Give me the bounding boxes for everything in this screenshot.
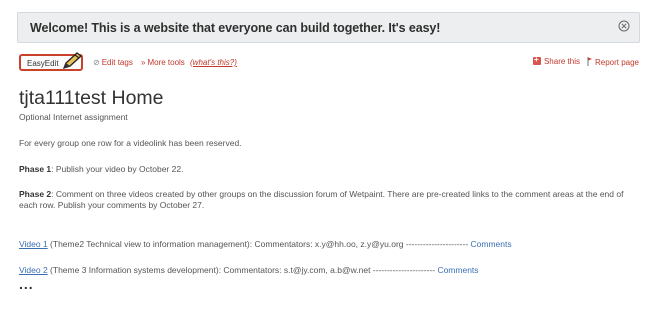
- video-row: Video 2 (Theme 3 Information systems dev…: [19, 265, 479, 275]
- video-2-comments-link[interactable]: Comments: [437, 265, 478, 275]
- phase1-text: : Publish your video by October 22.: [51, 164, 184, 174]
- tag-icon: ⊘: [93, 58, 100, 67]
- page-subtitle: Optional Internet assignment: [19, 112, 128, 122]
- more-tools-label: More tools: [147, 58, 185, 67]
- phase1-paragraph: Phase 1: Publish your video by October 2…: [19, 164, 629, 175]
- video-1-comments-link[interactable]: Comments: [471, 239, 512, 249]
- easyedit-label: EasyEdit: [27, 59, 59, 68]
- report-page-label: Report page: [594, 58, 639, 67]
- page-title: tjta111test Home: [19, 87, 164, 109]
- double-chevron-icon: »: [141, 58, 146, 67]
- video-2-link[interactable]: Video 2: [19, 265, 48, 275]
- video-2-description: (Theme 3 Information systems development…: [47, 265, 438, 275]
- easyedit-button[interactable]: EasyEdit: [19, 52, 83, 71]
- more-tools-link[interactable]: » More tools: [141, 58, 185, 67]
- phase2-paragraph: Phase 2: Comment on three videos created…: [19, 189, 629, 211]
- edit-tags-link[interactable]: ⊘ Edit tags: [93, 58, 133, 67]
- share-this-link[interactable]: Share this: [532, 55, 580, 66]
- welcome-banner: Welcome! This is a website that everyone…: [17, 12, 640, 43]
- phase2-text: : Comment on three videos created by oth…: [19, 189, 624, 210]
- more-ellipsis: ...: [19, 276, 34, 292]
- close-icon[interactable]: [618, 20, 630, 32]
- whats-this-link[interactable]: (what's this?): [190, 58, 237, 67]
- pencil-icon: [62, 52, 83, 70]
- share-icon: [532, 55, 541, 65]
- phase2-label: Phase 2: [19, 189, 52, 199]
- video-row: Video 1 (Theme2 Technical view to inform…: [19, 239, 512, 249]
- report-icon: [587, 57, 592, 66]
- phase1-label: Phase 1: [19, 164, 52, 174]
- share-this-label: Share this: [543, 57, 580, 66]
- welcome-text: Welcome! This is a website that everyone…: [30, 21, 441, 35]
- intro-paragraph: For every group one row for a videolink …: [19, 138, 242, 148]
- video-1-description: (Theme2 Technical view to information ma…: [47, 239, 471, 249]
- edit-tags-label: Edit tags: [101, 58, 133, 67]
- video-1-link[interactable]: Video 1: [19, 239, 48, 249]
- page-toolbar: EasyEdit ⊘ Edit tags » More tools (what's …: [17, 52, 640, 72]
- report-page-link[interactable]: Report page: [587, 57, 639, 67]
